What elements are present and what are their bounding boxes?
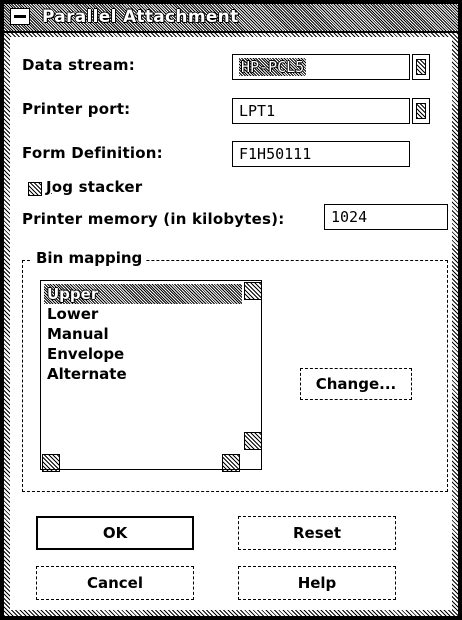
list-item[interactable]: Alternate: [44, 364, 130, 384]
data-stream-dropdown-icon[interactable]: [412, 54, 430, 80]
data-stream-combobox[interactable]: HP-PCL5: [232, 54, 410, 80]
dialog-window: Parallel Attachment Data stream: HP-PCL5…: [0, 0, 462, 620]
system-menu-icon[interactable]: [10, 8, 30, 25]
jog-stacker-checkbox[interactable]: [28, 182, 42, 196]
help-button[interactable]: Help: [238, 566, 396, 600]
data-stream-label: Data stream:: [22, 56, 135, 74]
printer-port-dropdown-icon[interactable]: [412, 98, 430, 124]
form-definition-label: Form Definition:: [22, 144, 163, 162]
scroll-right-arrow[interactable]: [222, 454, 240, 472]
scroll-left-arrow[interactable]: [42, 454, 60, 472]
data-stream-value: HP-PCL5: [239, 58, 307, 76]
change-button[interactable]: Change...: [300, 368, 412, 400]
printer-memory-field[interactable]: 1024: [324, 204, 448, 230]
title-bar[interactable]: Parallel Attachment: [4, 4, 458, 33]
window-title: Parallel Attachment: [42, 7, 239, 27]
cancel-button[interactable]: Cancel: [36, 566, 194, 600]
bin-mapping-label: Bin mapping: [32, 249, 147, 267]
list-item[interactable]: Envelope: [44, 344, 127, 364]
printer-port-combobox[interactable]: LPT1: [232, 98, 410, 124]
jog-stacker-label[interactable]: Jog stacker: [46, 178, 142, 196]
printer-port-value: LPT1: [239, 102, 276, 120]
list-item[interactable]: Upper: [44, 284, 242, 304]
list-item[interactable]: Lower: [44, 304, 101, 324]
list-item[interactable]: Manual: [44, 324, 112, 344]
printer-memory-label: Printer memory (in kilobytes):: [22, 210, 285, 228]
scroll-down-arrow[interactable]: [244, 432, 262, 450]
scroll-up-arrow[interactable]: [244, 282, 262, 300]
printer-port-label: Printer port:: [22, 100, 131, 118]
form-definition-field[interactable]: F1H50111: [232, 141, 410, 167]
ok-button[interactable]: OK: [36, 516, 194, 550]
reset-button[interactable]: Reset: [238, 516, 396, 550]
bin-mapping-listbox[interactable]: Upper Lower Manual Envelope Alternate: [40, 280, 262, 470]
